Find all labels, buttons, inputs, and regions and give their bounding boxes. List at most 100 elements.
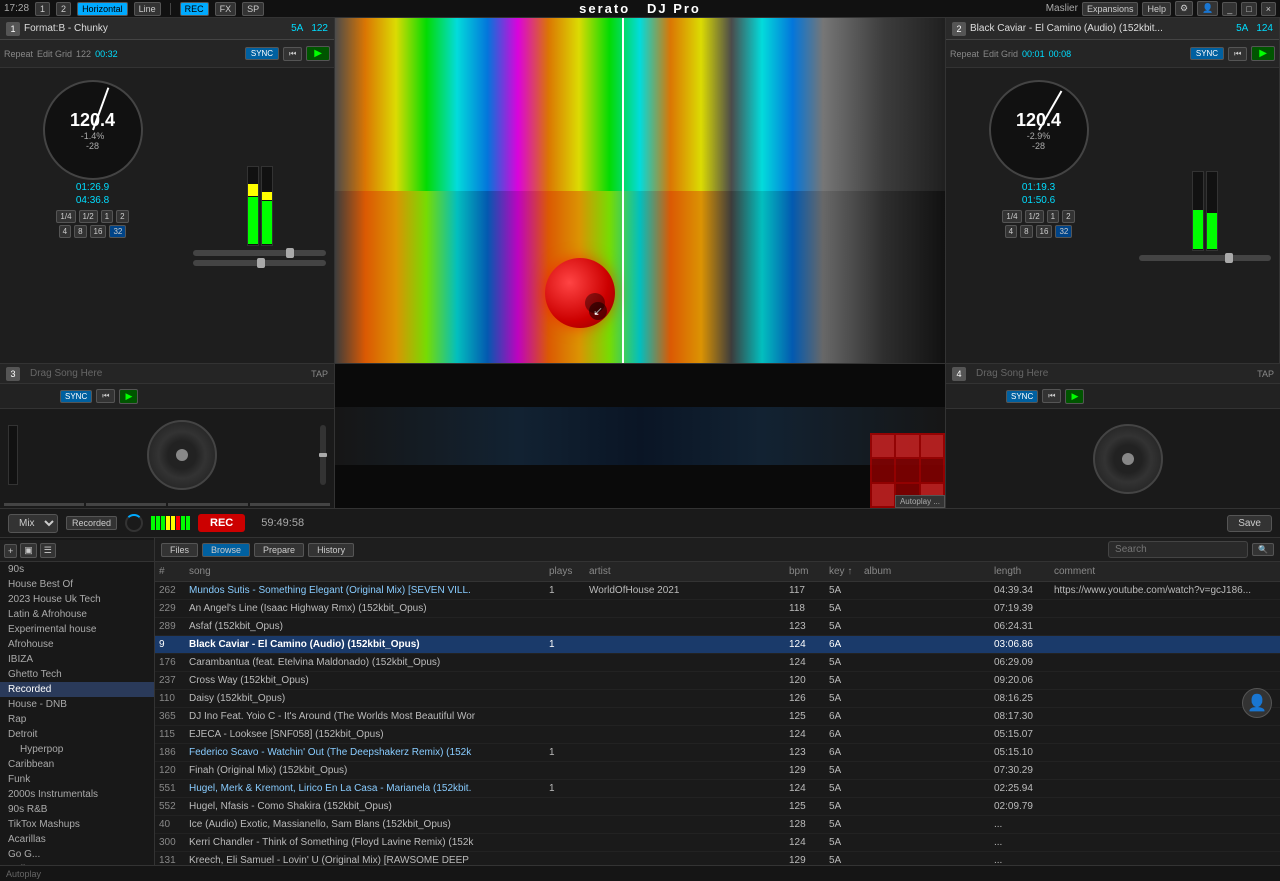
rec-mode-btn[interactable]: REC <box>180 2 209 16</box>
history-btn[interactable]: History <box>308 543 354 557</box>
sidebar-item-14[interactable]: Funk <box>0 772 154 787</box>
sidebar-item-13[interactable]: Caribbean <box>0 757 154 772</box>
deck-1-pitch-handle[interactable] <box>257 258 265 268</box>
track-row-13[interactable]: 40Ice (Audio) Exotic, Massianello, Sam B… <box>155 816 1280 834</box>
sidebar-item-1[interactable]: House Best Of <box>0 577 154 592</box>
pad-1[interactable] <box>872 435 894 457</box>
deck-3-play-btn[interactable]: ▶ <box>119 389 138 404</box>
sidebar-item-17[interactable]: TikTox Mashups <box>0 817 154 832</box>
prepare-btn[interactable]: Prepare <box>254 543 304 557</box>
deck-2-loop-2[interactable]: 2 <box>1062 210 1074 223</box>
track-row-10[interactable]: 120Finah (Original Mix) (152kbit_Opus)12… <box>155 762 1280 780</box>
deck-1-loop-4[interactable]: 4 <box>59 225 71 238</box>
pad-3[interactable] <box>921 435 943 457</box>
deck-2-loop-16[interactable]: 16 <box>1036 225 1053 238</box>
deck-2-btn[interactable]: 2 <box>56 2 71 16</box>
deck-2-volume-slider[interactable] <box>1139 255 1271 261</box>
horizontal-btn[interactable]: Horizontal <box>77 2 128 16</box>
sidebar-icon-2[interactable]: ☰ <box>40 543 56 558</box>
sidebar-item-3[interactable]: Latin & Afrohouse <box>0 607 154 622</box>
deck-1-loop-1-4[interactable]: 1/4 <box>56 210 75 223</box>
track-row-9[interactable]: 186Federico Scavo - Watchin' Out (The De… <box>155 744 1280 762</box>
deck-1-loop-1-2[interactable]: 1/2 <box>79 210 98 223</box>
deck-2-loop-4[interactable]: 4 <box>1005 225 1017 238</box>
deck-3-tap[interactable]: TAP <box>311 369 328 379</box>
track-row-5[interactable]: 237Cross Way (152kbit_Opus)1205A09:20.06 <box>155 672 1280 690</box>
deck-1-sync-btn[interactable]: SYNC <box>245 47 279 60</box>
deck-2-prev-btn[interactable]: ⏮ <box>1228 47 1247 61</box>
track-row-7[interactable]: 365DJ Ino Feat. Yoio C - It's Around (Th… <box>155 708 1280 726</box>
sidebar-icon-1[interactable]: ▣ <box>20 543 37 558</box>
track-row-15[interactable]: 131Kreech, Eli Samuel - Lovin' U (Origin… <box>155 852 1280 865</box>
deck-2-loop-8[interactable]: 8 <box>1020 225 1032 238</box>
expansions-btn[interactable]: Expansions <box>1082 2 1139 16</box>
fx-btn[interactable]: FX <box>215 2 237 16</box>
track-row-4[interactable]: 176Carambantua (feat. Etelvina Maldonado… <box>155 654 1280 672</box>
add-playlist-btn[interactable]: + <box>4 544 17 558</box>
maximize-btn[interactable]: □ <box>1241 2 1256 16</box>
deck-2-loop-1-2[interactable]: 1/2 <box>1025 210 1044 223</box>
deck-4-tap[interactable]: TAP <box>1257 369 1274 379</box>
rec-button[interactable]: REC <box>198 514 245 532</box>
deck-1-pitch-slider[interactable] <box>193 260 326 266</box>
deck-1-btn[interactable]: 1 <box>35 2 50 16</box>
search-input[interactable] <box>1108 541 1248 558</box>
sidebar-item-11[interactable]: Detroit <box>0 727 154 742</box>
deck-1-loop-32[interactable]: 32 <box>109 225 126 238</box>
help-btn[interactable]: Help <box>1142 2 1171 16</box>
sidebar-item-4[interactable]: Experimental house <box>0 622 154 637</box>
sidebar-item-0[interactable]: 90s <box>0 562 154 577</box>
deck-1-loop-1[interactable]: 1 <box>101 210 113 223</box>
user-btn[interactable]: 👤 <box>1197 1 1218 16</box>
track-row-12[interactable]: 552Hugel, Nfasis - Como Shakira (152kbit… <box>155 798 1280 816</box>
track-row-1[interactable]: 229An Angel's Line (Isaac Highway Rmx) (… <box>155 600 1280 618</box>
sidebar-item-15[interactable]: 2000s Instrumentals <box>0 787 154 802</box>
deck-1-loop-8[interactable]: 8 <box>74 225 86 238</box>
sidebar-item-2[interactable]: 2023 House Uk Tech <box>0 592 154 607</box>
track-row-11[interactable]: 551Hugel, Merk & Kremont, Lirico En La C… <box>155 780 1280 798</box>
deck-4-sync-btn[interactable]: SYNC <box>1006 390 1038 403</box>
record-indicator[interactable]: ↙ <box>545 258 615 328</box>
browse-btn[interactable]: Browse <box>202 543 250 557</box>
pad-6[interactable] <box>921 459 943 481</box>
close-btn[interactable]: × <box>1261 2 1276 16</box>
sidebar-item-5[interactable]: Afrohouse <box>0 637 154 652</box>
deck-2-loop-1[interactable]: 1 <box>1047 210 1059 223</box>
track-row-6[interactable]: 110Daisy (152kbit_Opus)1265A08:16.25 <box>155 690 1280 708</box>
pad-4[interactable] <box>872 459 894 481</box>
mix-select[interactable]: Mix <box>8 514 58 533</box>
recorded-btn[interactable]: Recorded <box>66 516 117 530</box>
sidebar-item-16[interactable]: 90s R&B <box>0 802 154 817</box>
sp-btn[interactable]: SP <box>242 2 264 16</box>
deck-2-sync-btn[interactable]: SYNC <box>1190 47 1224 60</box>
deck-3-sync-btn[interactable]: SYNC <box>60 390 92 403</box>
track-row-14[interactable]: 300Kerri Chandler - Think of Something (… <box>155 834 1280 852</box>
deck-2-play-btn[interactable]: ▶ <box>1251 46 1275 61</box>
sidebar-item-18[interactable]: Acarillas <box>0 832 154 847</box>
deck-1-play-btn[interactable]: ▶ <box>306 46 330 61</box>
sidebar-item-8[interactable]: Recorded <box>0 682 154 697</box>
deck-4-play-btn[interactable]: ▶ <box>1065 389 1084 404</box>
track-row-3[interactable]: 9Black Caviar - El Camino (Audio) (152kb… <box>155 636 1280 654</box>
sidebar-item-9[interactable]: House - DNB <box>0 697 154 712</box>
pad-5[interactable] <box>896 459 918 481</box>
settings-btn[interactable]: ⚙ <box>1175 1 1193 16</box>
sidebar-item-12[interactable]: Hyperpop <box>0 742 154 757</box>
deck-4-prev-btn[interactable]: ⏮ <box>1042 389 1061 403</box>
sidebar-item-19[interactable]: Go G... <box>0 847 154 862</box>
line-btn[interactable]: Line <box>134 2 161 16</box>
files-btn[interactable]: Files <box>161 543 198 557</box>
deck-1-prev-btn[interactable]: ⏮ <box>283 47 302 61</box>
sidebar-item-20[interactable]: Cali... <box>0 862 154 865</box>
deck-3-pitch-rail[interactable] <box>320 425 326 485</box>
track-row-8[interactable]: 115EJECA - Looksee [SNF058] (152kbit_Opu… <box>155 726 1280 744</box>
deck-1-loop-2[interactable]: 2 <box>116 210 128 223</box>
deck-2-volume-handle[interactable] <box>1225 253 1233 263</box>
track-row-2[interactable]: 289Asfaf (152kbit_Opus)1235A06:24.31 <box>155 618 1280 636</box>
pad-2[interactable] <box>896 435 918 457</box>
sidebar-item-7[interactable]: Ghetto Tech <box>0 667 154 682</box>
deck-1-loop-16[interactable]: 16 <box>90 225 107 238</box>
pad-7[interactable] <box>872 484 894 506</box>
track-row-0[interactable]: 262Mundos Sutis - Something Elegant (Ori… <box>155 582 1280 600</box>
minimize-btn[interactable]: _ <box>1222 2 1237 16</box>
